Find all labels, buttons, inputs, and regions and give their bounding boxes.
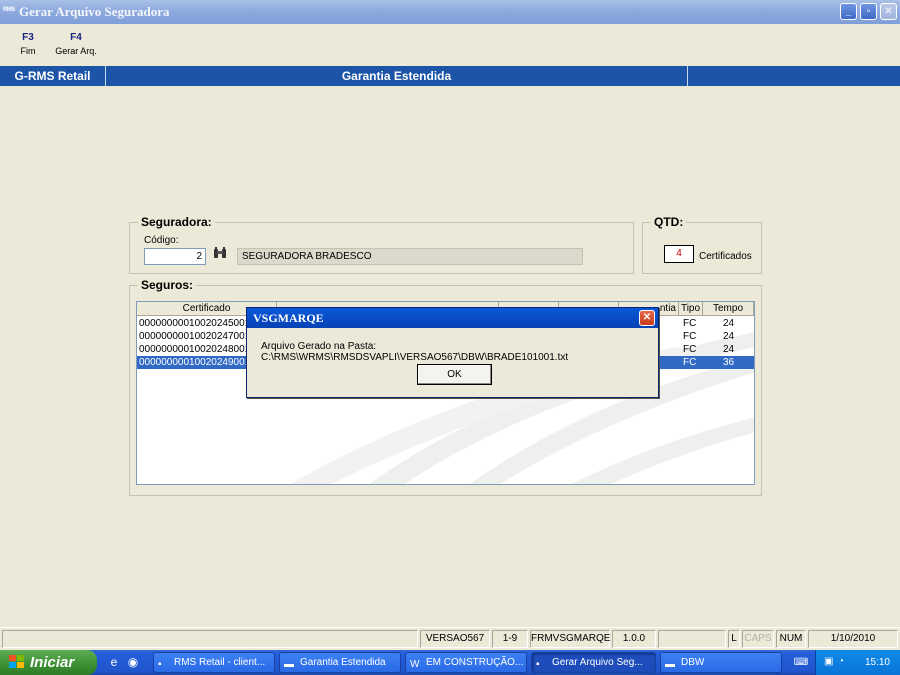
taskbar-item-dbw[interactable]: ▬ DBW	[660, 652, 782, 673]
rms-icon: ▪	[158, 659, 162, 670]
tipo-cell: FC	[683, 331, 697, 342]
taskbar-item-label: RMS Retail - client...	[174, 657, 266, 668]
taskbar-item-label: Garantia Estendida	[300, 657, 386, 668]
volume-icon[interactable]: ◔	[838, 656, 844, 667]
status-date: 1/10/2010	[808, 630, 898, 648]
module-name: G-RMS Retail	[0, 66, 106, 86]
qtd-unit-label: Certificados	[699, 251, 752, 262]
seguradora-name-field: SEGURADORA BRADESCO	[237, 248, 583, 265]
taskbar-item-rms-retail[interactable]: ▪ RMS Retail - client...	[153, 652, 275, 673]
dialog-title[interactable]: VSGMARQE	[247, 308, 658, 328]
status-form: FRMVSGMARQE	[530, 630, 610, 648]
ok-button[interactable]: OK	[417, 364, 492, 385]
binoculars-glyph	[214, 247, 226, 258]
binoculars-icon[interactable]	[211, 247, 229, 265]
folder-icon: ▬	[665, 659, 675, 670]
rms-icon: ▪	[536, 659, 540, 670]
app-icon: RMS	[3, 7, 15, 13]
taskbar-item-label: EM CONSTRUÇÃO...	[426, 657, 524, 668]
keyboard-icon[interactable]: ⌨	[793, 656, 809, 669]
title-bar[interactable]: RMS Gerar Arquivo Seguradora _ ▫ ✕	[0, 0, 900, 24]
screen-title: Garantia Estendida	[106, 66, 688, 86]
codigo-label: Código:	[144, 235, 179, 246]
status-version: VERSAO567	[420, 630, 490, 648]
status-range: 1-9	[492, 630, 528, 648]
qtd-value: 4	[664, 245, 694, 263]
seguradora-frame: Seguradora: Código: 2 SEGURADORA BRADESC…	[129, 215, 634, 274]
folder-icon: ▬	[284, 659, 294, 670]
taskbar-item-gerar-arquivo[interactable]: ▪ Gerar Arquivo Seg...	[531, 652, 656, 673]
network-icon[interactable]: ▣	[824, 656, 833, 667]
gerar-arq-key: F4	[70, 32, 82, 43]
browser-icon[interactable]: ◉	[125, 654, 141, 670]
status-build: 1.0.0	[612, 630, 656, 648]
tipo-cell: FC	[683, 318, 697, 329]
status-panel-blank	[2, 630, 418, 648]
gerar-arq-label: Gerar Arq.	[55, 46, 97, 56]
column-header-tipo[interactable]: Tipo	[679, 302, 703, 316]
taskbar-item-construcao[interactable]: W EM CONSTRUÇÃO...	[405, 652, 527, 673]
seguradora-title: Seguradora:	[138, 215, 215, 229]
toolbar: F3 Fim F4 Gerar Arq.	[0, 24, 900, 64]
start-label: Iniciar	[30, 654, 75, 671]
status-panel-blank-2	[658, 630, 726, 648]
taskbar-item-garantia[interactable]: ▬ Garantia Estendida	[279, 652, 401, 673]
clock: 15:10	[864, 657, 890, 668]
gerar-arq-button[interactable]: F4 Gerar Arq.	[52, 32, 100, 56]
word-icon: W	[410, 659, 420, 670]
seguros-title: Seguros:	[138, 278, 197, 292]
status-bar: VERSAO567 1-9 FRMVSGMARQE 1.0.0 L CAPS N…	[0, 627, 900, 649]
fim-button[interactable]: F3 Fim	[17, 32, 39, 56]
taskbar: Iniciar e ◉ ▪ RMS Retail - client... ▬ G…	[0, 650, 900, 675]
codigo-input[interactable]: 2	[144, 248, 206, 265]
column-header-tempo[interactable]: Tempo	[703, 302, 754, 316]
message-dialog: VSGMARQE ✕ Arquivo Gerado na Pasta: C:\R…	[246, 307, 659, 398]
tempo-cell: 36	[722, 357, 735, 368]
minimize-button[interactable]: _	[840, 3, 857, 20]
status-l: L	[728, 630, 740, 648]
windows-logo-icon	[9, 655, 25, 669]
ie-icon[interactable]: e	[106, 654, 122, 670]
close-button[interactable]: ✕	[880, 3, 897, 20]
system-tray: ▣ ◔ 15:10	[815, 650, 900, 675]
tempo-cell: 24	[722, 331, 735, 342]
start-button[interactable]: Iniciar	[0, 650, 97, 675]
qtd-frame: QTD: 4 Certificados	[642, 215, 762, 274]
tempo-cell: 24	[722, 318, 735, 329]
taskbar-item-label: Gerar Arquivo Seg...	[552, 657, 643, 668]
tempo-cell: 24	[722, 344, 735, 355]
maximize-button[interactable]: ▫	[860, 3, 877, 20]
tipo-cell: FC	[683, 357, 697, 368]
status-caps: CAPS	[742, 630, 774, 648]
fim-label: Fim	[20, 46, 36, 56]
window-title: Gerar Arquivo Seguradora	[19, 4, 170, 19]
taskbar-item-label: DBW	[681, 657, 705, 668]
qtd-title: QTD:	[651, 215, 687, 229]
fim-key: F3	[22, 32, 34, 43]
dialog-message: Arquivo Gerado na Pasta: C:\RMS\WRMS\RMS…	[261, 341, 569, 363]
tipo-cell: FC	[683, 344, 697, 355]
module-bar: G-RMS Retail Garantia Estendida	[0, 66, 900, 86]
dialog-close-button[interactable]: ✕	[639, 310, 655, 326]
status-num: NUM	[776, 630, 806, 648]
